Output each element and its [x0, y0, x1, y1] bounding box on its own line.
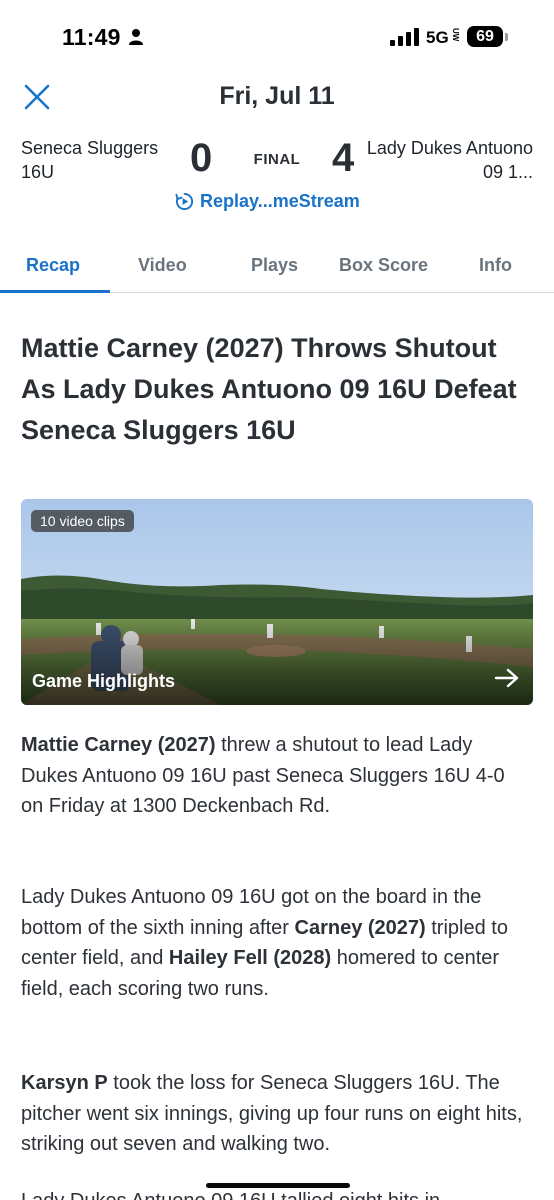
video-title: Game Highlights — [32, 671, 176, 691]
tab-recap[interactable]: Recap — [26, 255, 80, 276]
replay-label: Replay...meStream — [200, 191, 360, 211]
person-icon — [129, 29, 143, 45]
active-tab-indicator — [0, 290, 110, 293]
recap-paragraph-4: Lady Dukes Antuono 09 16U tallied eight … — [21, 1186, 531, 1200]
signal-icon — [390, 28, 419, 46]
page-title: Fri, Jul 11 — [219, 82, 335, 110]
paragraph-text: Lady Dukes Antuono 09 16U tallied eight … — [21, 1190, 440, 1200]
tab-box-score[interactable]: Box Score — [339, 255, 428, 276]
battery-cap — [505, 33, 508, 41]
arrow-right-icon — [494, 668, 519, 688]
replay-link[interactable]: Replay...meStream — [175, 191, 360, 212]
article-headline: Mattie Carney (2027) Throws Shutout As L… — [21, 333, 517, 445]
player-name: Mattie Carney (2027) — [21, 734, 216, 756]
status-bar: 11:49 5G UW 69 — [0, 0, 554, 72]
tab-video[interactable]: Video — [138, 255, 187, 276]
replay-icon — [175, 192, 194, 210]
recap-paragraph-3: Karsyn P took the loss for Seneca Slugge… — [21, 1068, 531, 1160]
status-time: 11:49 — [62, 24, 121, 50]
recap-paragraph-1: Mattie Carney (2027) threw a shutout to … — [21, 730, 531, 822]
network-badge: UW — [451, 28, 460, 42]
player-name: Karsyn P — [21, 1072, 108, 1094]
battery-icon: 69 — [467, 26, 503, 47]
away-team-name[interactable]: Lady Dukes Antuono 09 1... — [363, 136, 533, 184]
tab-bar: Recap Video Plays Box Score Info — [0, 243, 554, 293]
tab-info[interactable]: Info — [479, 255, 512, 276]
recap-paragraph-2: Lady Dukes Antuono 09 16U got on the boa… — [21, 882, 531, 1004]
player-name: Carney (2027) — [294, 916, 426, 939]
video-highlights-card[interactable]: 10 video clips Game Highlights — [21, 499, 533, 705]
video-clips-badge: 10 video clips — [31, 510, 134, 532]
network-type: 5G — [426, 28, 449, 47]
away-score: 4 — [332, 136, 355, 180]
home-indicator[interactable] — [206, 1183, 350, 1188]
player-name: Hailey Fell (2028) — [168, 947, 332, 969]
tab-plays[interactable]: Plays — [251, 255, 298, 276]
